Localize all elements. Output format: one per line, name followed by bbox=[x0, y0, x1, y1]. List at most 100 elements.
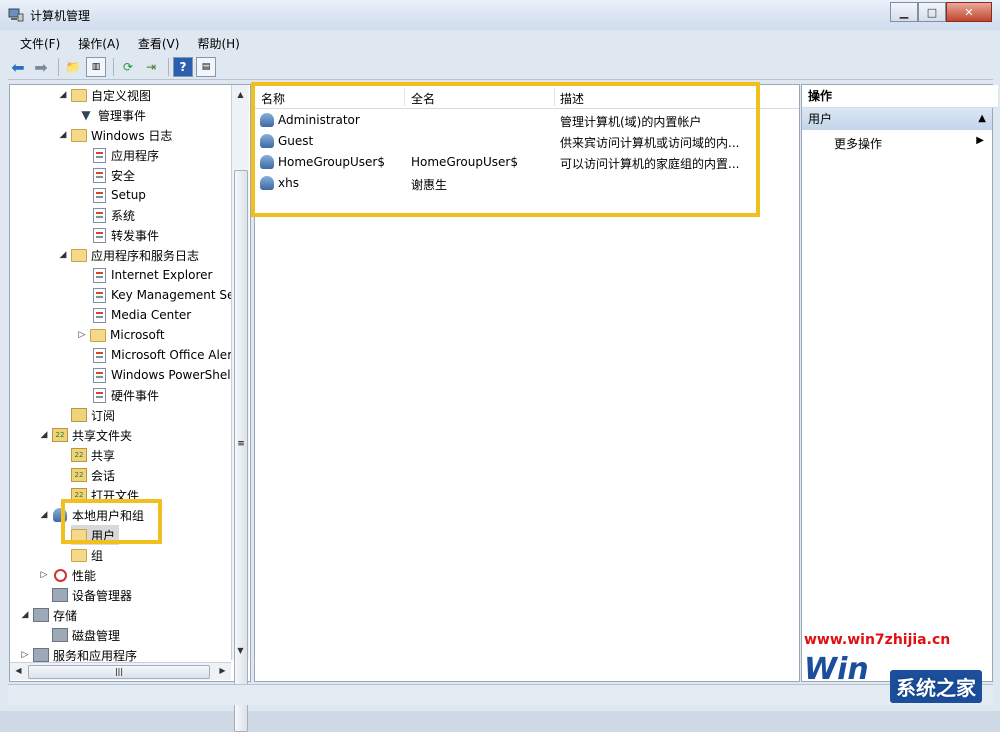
folder-icon bbox=[71, 548, 87, 563]
actions-pane: 操作 用户 ▲ 更多操作 ▶ bbox=[801, 84, 998, 682]
refresh-icon[interactable]: ⟳ bbox=[118, 57, 138, 77]
tree-item-label: 应用程序和服务日志 bbox=[91, 248, 200, 263]
expand-icon[interactable]: ▷ bbox=[39, 570, 49, 580]
tree-item-microsoft[interactable]: ▷ Microsoft bbox=[77, 325, 165, 345]
expand-icon[interactable]: ▷ bbox=[20, 650, 30, 660]
title-bar[interactable]: 计算机管理 ▁ □ ✕ bbox=[0, 0, 1000, 30]
tree-item-forwarded-events[interactable]: 转发事件 bbox=[91, 225, 159, 245]
log-icon bbox=[91, 367, 107, 383]
more-actions-label: 更多操作 bbox=[834, 137, 883, 151]
tree-item-disk-management[interactable]: 磁盘管理 bbox=[52, 625, 120, 645]
help-icon[interactable]: ? bbox=[173, 57, 193, 77]
menu-view[interactable]: 查看(V) bbox=[126, 33, 186, 53]
tree-item-label: Key Management Se bbox=[111, 288, 235, 302]
console-tree: ◢ 自定义视图 ▼ 管理事件 ◢ Windows 日志 应用程序 安全 Setup 系… bbox=[9, 84, 251, 682]
highlight-user-list bbox=[251, 82, 760, 217]
log-icon bbox=[91, 307, 107, 323]
menu-help[interactable]: 帮助(H) bbox=[185, 33, 245, 53]
tree-item-sessions[interactable]: 22 会话 bbox=[71, 465, 115, 485]
tree-item-application[interactable]: 应用程序 bbox=[91, 145, 159, 165]
tree-item-label: 共享文件夹 bbox=[72, 428, 133, 443]
tree-item-media-center[interactable]: Media Center bbox=[91, 305, 191, 325]
actions-group-users[interactable]: 用户 ▲ bbox=[802, 108, 992, 130]
tree-item-security[interactable]: 安全 bbox=[91, 165, 135, 185]
tree-item-label: 系统 bbox=[111, 208, 136, 223]
expand-icon[interactable]: ▷ bbox=[77, 330, 87, 340]
tree-item-label: 存储 bbox=[53, 608, 78, 623]
more-actions-item[interactable]: 更多操作 ▶ bbox=[834, 135, 984, 152]
tree-item-setup[interactable]: Setup bbox=[91, 185, 146, 205]
tree-item-groups[interactable]: 组 bbox=[71, 545, 103, 565]
services-icon bbox=[33, 648, 49, 663]
tree-item-device-manager[interactable]: 设备管理器 bbox=[52, 585, 132, 605]
tree-item-label: 转发事件 bbox=[111, 228, 160, 243]
toolbar-separator bbox=[113, 58, 114, 76]
tree-item-label: 安全 bbox=[111, 168, 136, 183]
tree-item-subscriptions[interactable]: 订阅 bbox=[71, 405, 115, 425]
tree-item-performance[interactable]: ▷ 性能 bbox=[39, 565, 96, 585]
scroll-up-icon[interactable]: ▲ bbox=[232, 87, 249, 103]
expand-icon[interactable]: ◢ bbox=[39, 510, 49, 520]
tree-item-app-service-logs[interactable]: ◢ 应用程序和服务日志 bbox=[58, 245, 199, 265]
tree-item-custom-views[interactable]: ◢ 自定义视图 bbox=[58, 85, 151, 105]
tree-item-label: 订阅 bbox=[91, 408, 116, 423]
close-button[interactable]: ✕ bbox=[946, 2, 992, 22]
scroll-thumb[interactable]: ||| bbox=[28, 665, 210, 679]
collapse-icon[interactable]: ▲ bbox=[978, 108, 986, 130]
storage-icon bbox=[33, 608, 49, 623]
computer-management-icon bbox=[8, 8, 24, 22]
tree-item-shares[interactable]: 22 共享 bbox=[71, 445, 115, 465]
log-icon bbox=[91, 147, 107, 163]
disk-icon bbox=[52, 628, 68, 643]
menu-action[interactable]: 操作(A) bbox=[66, 33, 126, 53]
expand-icon[interactable]: ◢ bbox=[58, 90, 68, 100]
tree-item-internet-explorer[interactable]: Internet Explorer bbox=[91, 265, 212, 285]
tree-item-label: 会话 bbox=[91, 468, 116, 483]
forward-icon[interactable]: ➡ bbox=[31, 57, 51, 77]
expand-icon[interactable]: ◢ bbox=[58, 250, 68, 260]
tree-item-label: Internet Explorer bbox=[111, 268, 213, 282]
tree-item-label: 服务和应用程序 bbox=[53, 648, 138, 663]
tree-item-label: 设备管理器 bbox=[72, 588, 133, 603]
tree-item-shared-folders[interactable]: ◢ 22 共享文件夹 bbox=[39, 425, 132, 445]
tree-item-label: 组 bbox=[91, 548, 104, 563]
back-icon[interactable]: ⬅ bbox=[8, 57, 28, 77]
expand-icon[interactable]: ◢ bbox=[39, 430, 49, 440]
tree-item-windows-logs[interactable]: ◢ Windows 日志 bbox=[58, 125, 172, 145]
tree-item-admin-events[interactable]: ▼ 管理事件 bbox=[78, 105, 146, 125]
tree-item-system[interactable]: 系统 bbox=[91, 205, 135, 225]
show-action-pane-icon[interactable]: ▤ bbox=[196, 57, 216, 77]
highlight-users-node bbox=[61, 499, 162, 544]
log-icon bbox=[91, 267, 107, 283]
minimize-button[interactable]: ▁ bbox=[890, 2, 918, 22]
log-icon bbox=[91, 387, 107, 403]
tree-item-office-alerts[interactable]: Microsoft Office Aler bbox=[91, 345, 232, 365]
expand-icon[interactable]: ◢ bbox=[20, 610, 30, 620]
tree-item-label: 性能 bbox=[72, 568, 97, 583]
menu-file[interactable]: 文件(F) bbox=[8, 33, 66, 53]
tree-horizontal-scrollbar[interactable]: ◀ ||| ▶ bbox=[10, 662, 231, 680]
log-icon bbox=[91, 227, 107, 243]
scroll-left-icon[interactable]: ◀ bbox=[10, 663, 27, 679]
tree-vertical-scrollbar[interactable]: ▲ ≡ ▼ bbox=[231, 85, 249, 732]
toolbar-separator bbox=[58, 58, 59, 76]
show-hide-tree-icon[interactable]: ▥ bbox=[86, 57, 106, 77]
tree-item-storage[interactable]: ◢ 存储 bbox=[20, 605, 77, 625]
export-list-icon[interactable]: ⇥ bbox=[141, 57, 161, 77]
tree-item-hardware-events[interactable]: 硬件事件 bbox=[91, 385, 159, 405]
watermark-logo: Win bbox=[804, 652, 869, 687]
watermark-brand: 系统之家 bbox=[890, 670, 982, 703]
window-title: 计算机管理 bbox=[30, 9, 91, 23]
scroll-down-icon[interactable]: ▼ bbox=[232, 643, 249, 659]
log-icon bbox=[91, 287, 107, 303]
actions-title: 操作 bbox=[802, 85, 998, 108]
scroll-right-icon[interactable]: ▶ bbox=[214, 663, 231, 679]
maximize-button[interactable]: □ bbox=[918, 2, 946, 22]
tree-item-label: 管理事件 bbox=[98, 108, 147, 123]
expand-icon[interactable]: ◢ bbox=[58, 130, 68, 140]
tree-item-powershell[interactable]: Windows PowerShell bbox=[91, 365, 234, 385]
up-folder-icon[interactable]: 📁 bbox=[63, 57, 83, 77]
folder-icon bbox=[90, 328, 106, 343]
tree-item-key-management[interactable]: Key Management Se bbox=[91, 285, 234, 305]
tree-item-label: 自定义视图 bbox=[91, 88, 152, 103]
